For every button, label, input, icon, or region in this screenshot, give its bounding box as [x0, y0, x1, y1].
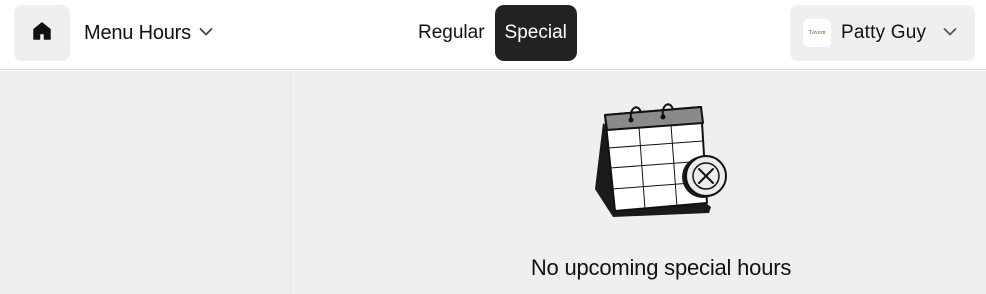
logo-text: Tāvern	[808, 30, 826, 36]
account-switcher[interactable]: Tāvern Patty Guy	[790, 5, 975, 61]
restaurant-logo: Tāvern	[803, 19, 831, 47]
chevron-down-icon	[943, 24, 957, 42]
hours-tabs: Regular Special	[408, 5, 577, 61]
page-title: Menu Hours	[84, 21, 191, 44]
home-icon	[31, 20, 53, 47]
account-name: Patty Guy	[841, 22, 927, 43]
calendar-cancel-illustration	[591, 93, 731, 224]
menu-hours-dropdown[interactable]: Menu Hours	[84, 19, 213, 47]
chevron-down-icon	[199, 24, 213, 42]
left-pane	[0, 71, 290, 294]
tab-regular[interactable]: Regular	[408, 5, 495, 61]
main-pane: No upcoming special hours	[290, 71, 986, 294]
top-bar: Menu Hours Regular Special Tāvern Patty …	[0, 0, 986, 70]
home-button[interactable]	[14, 5, 70, 61]
empty-state-message: No upcoming special hours	[530, 255, 792, 280]
tab-special[interactable]: Special	[494, 5, 577, 61]
